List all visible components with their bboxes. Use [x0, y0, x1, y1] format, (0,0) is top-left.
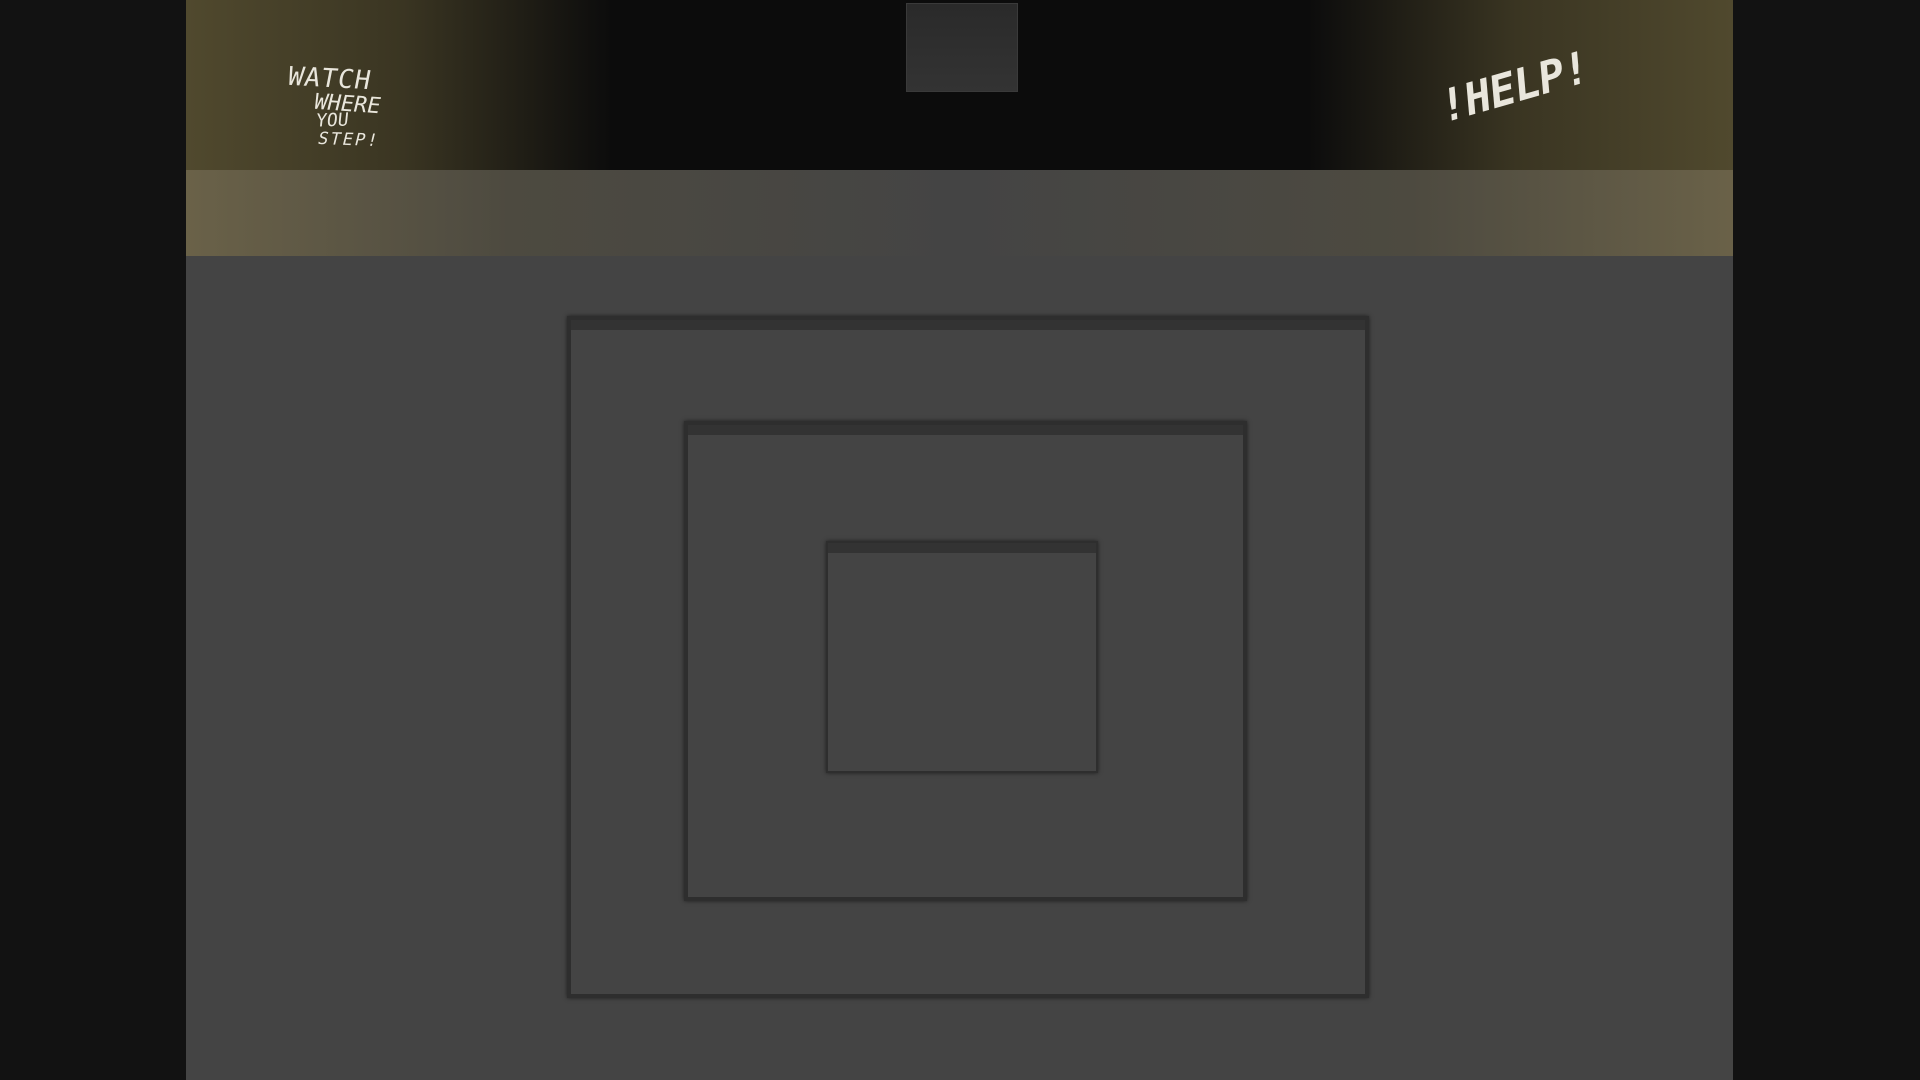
left-wall: [0, 0, 186, 1080]
graffiti-step: STEP!: [315, 129, 382, 151]
right-wall: [1733, 0, 1920, 1080]
floor-pit-inner: [826, 541, 1098, 773]
graffiti-you: YOU: [314, 109, 350, 132]
ceiling-vent: [906, 3, 1018, 92]
ceiling-light-band: [154, 170, 1766, 262]
graffiti-watch: WATCH: [285, 61, 375, 97]
game-scene: WATCH WHERE YOU STEP! !HELP!: [0, 0, 1920, 1080]
